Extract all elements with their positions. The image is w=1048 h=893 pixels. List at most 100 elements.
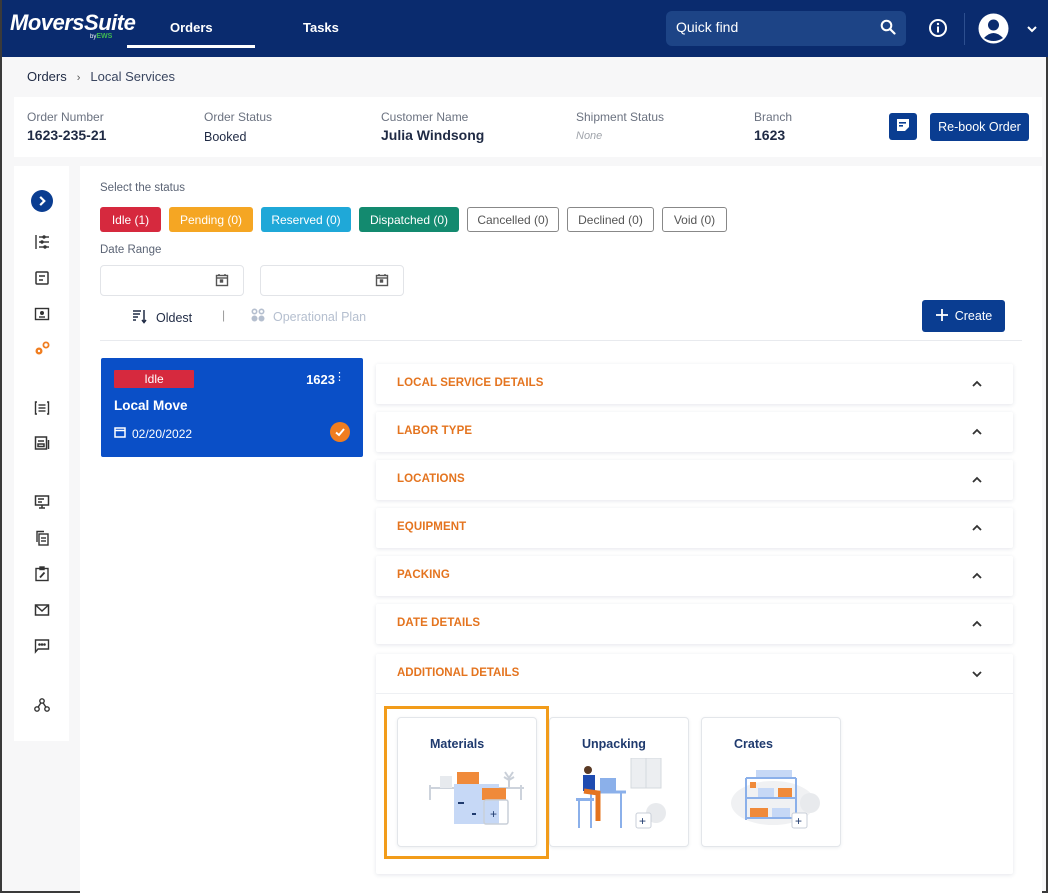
service-date: 02/20/2022 [132, 426, 193, 441]
network-icon[interactable] [31, 694, 53, 716]
breadcrumb: Orders › Local Services [27, 69, 175, 84]
status-chip-reserved[interactable]: Reserved (0) [261, 207, 351, 232]
order-status-value: Booked [204, 130, 247, 144]
breadcrumb-local-services: Local Services [90, 69, 175, 84]
section-labor-type[interactable]: LABOR TYPE [376, 412, 1013, 452]
chevron-up-icon[interactable] [971, 425, 983, 443]
date-to-input[interactable] [260, 265, 404, 296]
materials-highlight [384, 706, 549, 859]
gears-icon[interactable] [31, 338, 53, 360]
operational-plan-icon [251, 308, 265, 325]
brand-sub: byEWS [90, 33, 112, 40]
crates-illustration: + [731, 770, 820, 829]
shipment-status-field: Shipment Status None [576, 110, 664, 142]
service-date-row: 02/20/2022 [114, 426, 192, 441]
section-packing[interactable]: PACKING [376, 556, 1013, 596]
clipboard-edit-icon[interactable] [31, 563, 53, 585]
tile-crates[interactable]: Crates + [701, 717, 841, 847]
operational-plan-button[interactable]: Operational Plan [251, 308, 366, 325]
tab-orders[interactable]: Orders [170, 20, 213, 35]
section-equipment[interactable]: EQUIPMENT [376, 508, 1013, 548]
branch-value: 1623 [754, 127, 786, 143]
breadcrumb-separator: › [76, 72, 81, 84]
quick-find[interactable] [666, 11, 906, 46]
status-filter-label: Select the status [100, 182, 186, 194]
document-icon[interactable] [31, 267, 53, 289]
order-number-value: 1623-235-21 [27, 127, 107, 143]
chevron-down-icon[interactable] [971, 667, 983, 685]
section-local-service-details[interactable]: LOCAL SERVICE DETAILS [376, 364, 1013, 404]
section-locations[interactable]: LOCATIONS [376, 460, 1013, 500]
chat-icon[interactable] [31, 635, 53, 657]
status-chip-void[interactable]: Void (0) [662, 207, 727, 232]
calendar-icon[interactable] [215, 273, 229, 292]
folder-user-icon[interactable] [31, 303, 53, 325]
notes-button[interactable] [889, 113, 917, 140]
copy-document-icon[interactable] [31, 527, 53, 549]
shipment-status-value: None [576, 130, 603, 142]
user-avatar-icon[interactable] [978, 13, 1009, 49]
customer-name-label: Customer Name [381, 110, 469, 124]
date-range-label: Date Range [100, 244, 162, 256]
service-card[interactable]: Idle 1623 ⋮ Local Move 02/20/2022 [101, 358, 363, 457]
customer-name-field: Customer Name Julia Windsong [381, 110, 484, 143]
calendar-icon [114, 426, 126, 441]
section-divider [376, 693, 1013, 694]
selected-check-icon [330, 422, 350, 442]
section-title: PACKING [397, 569, 450, 581]
newspaper-icon[interactable] [31, 432, 53, 454]
sort-label: Oldest [156, 310, 193, 325]
quick-find-input[interactable] [676, 19, 866, 35]
service-title: Local Move [114, 398, 188, 413]
create-button[interactable]: Create [922, 300, 1005, 332]
sort-icon [132, 308, 148, 327]
brand-sub-name: EWS [96, 33, 113, 40]
topbar-divider [964, 13, 965, 45]
toolbar-divider: | [222, 308, 226, 322]
note-icon [895, 117, 911, 136]
more-options-icon[interactable]: ⋮ [334, 370, 345, 383]
expand-icon[interactable] [31, 190, 53, 212]
service-status-badge: Idle [114, 370, 194, 388]
search-icon[interactable] [880, 19, 896, 40]
tile-unpacking[interactable]: Unpacking + [549, 717, 689, 847]
svg-text:+: + [639, 814, 646, 828]
section-title: LOCATIONS [397, 473, 465, 485]
user-menu-chevron-icon[interactable] [1026, 22, 1038, 40]
divider [100, 340, 1022, 341]
chevron-up-icon[interactable] [971, 617, 983, 635]
calendar-icon[interactable] [375, 273, 389, 292]
breadcrumb-orders[interactable]: Orders [27, 69, 67, 84]
status-chip-dispatched[interactable]: Dispatched (0) [359, 207, 459, 232]
order-status-label: Order Status [204, 110, 273, 124]
mail-icon[interactable] [31, 599, 53, 621]
section-title: LABOR TYPE [397, 425, 473, 437]
order-number-label: Order Number [27, 110, 104, 124]
section-title: EQUIPMENT [397, 521, 467, 533]
status-chip-pending[interactable]: Pending (0) [169, 207, 253, 232]
sliders-icon[interactable] [31, 231, 53, 253]
date-from-input[interactable] [100, 265, 244, 296]
service-branch: 1623 [306, 372, 335, 387]
operational-plan-label: Operational Plan [273, 309, 367, 324]
branch-field: Branch 1623 [754, 110, 792, 143]
status-chip-idle[interactable]: Idle (1) [100, 207, 161, 232]
plus-icon [935, 308, 949, 325]
chevron-up-icon[interactable] [971, 377, 983, 395]
list-icon[interactable] [31, 397, 53, 419]
main-panel: Select the status Idle (1) Pending (0) R… [80, 166, 1042, 893]
chevron-up-icon[interactable] [971, 521, 983, 539]
brand-logo[interactable]: MoversSuite [10, 10, 136, 36]
status-chip-declined[interactable]: Declined (0) [567, 207, 654, 232]
tab-tasks[interactable]: Tasks [303, 20, 339, 35]
section-title[interactable]: ADDITIONAL DETAILS [397, 667, 519, 679]
status-chip-cancelled[interactable]: Cancelled (0) [467, 207, 559, 232]
section-date-details[interactable]: DATE DETAILS [376, 604, 1013, 644]
sort-oldest-button[interactable]: Oldest [132, 308, 192, 327]
monitor-icon[interactable] [31, 491, 53, 513]
info-icon[interactable] [928, 18, 948, 43]
rebook-order-button[interactable]: Re-book Order [930, 113, 1029, 141]
order-header: Order Number 1623-235-21 Order Status Bo… [14, 97, 1042, 157]
chevron-up-icon[interactable] [971, 569, 983, 587]
chevron-up-icon[interactable] [971, 473, 983, 491]
